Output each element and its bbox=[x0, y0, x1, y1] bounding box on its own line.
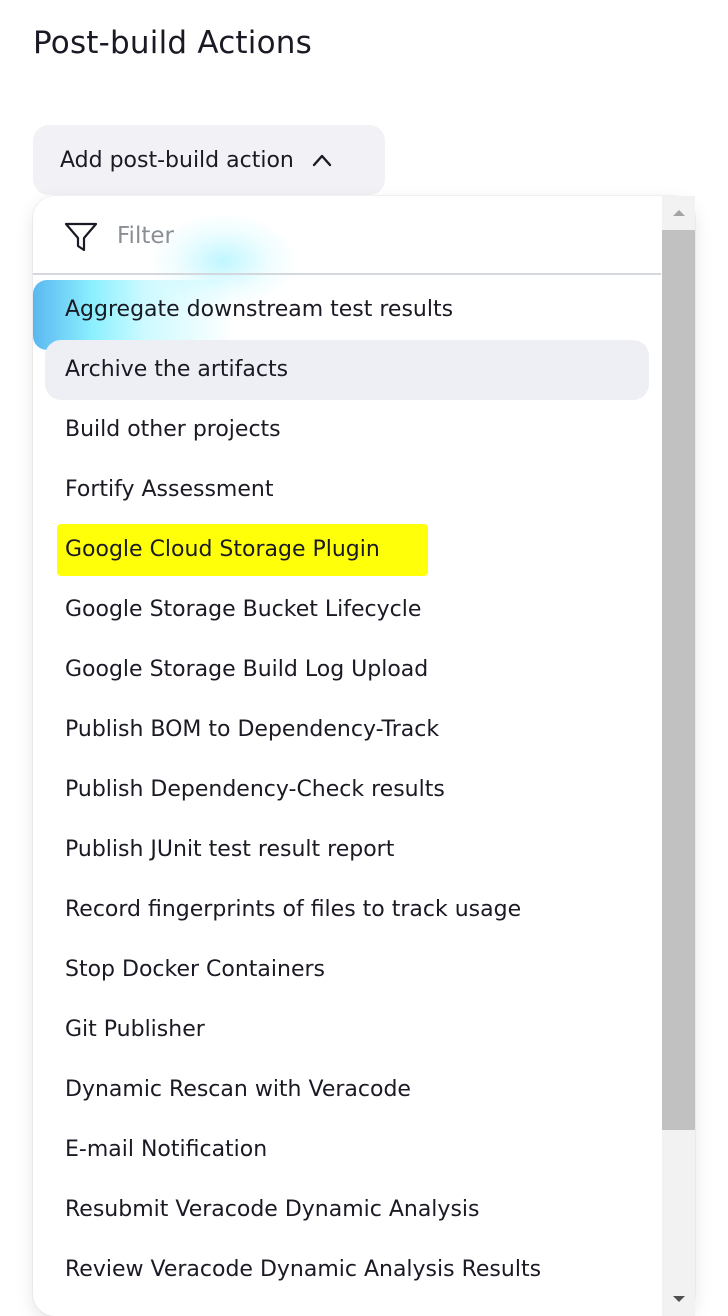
action-menu-item-label: Build other projects bbox=[65, 417, 281, 442]
action-menu-item[interactable]: Publish JUnit test result report bbox=[33, 820, 661, 880]
action-menu-item[interactable]: Dynamic Rescan with Veracode bbox=[33, 1060, 661, 1120]
action-menu-item[interactable]: Publish Dependency-Check results bbox=[33, 760, 661, 820]
action-menu-item[interactable]: Review Veracode Dynamic Analysis Results bbox=[33, 1240, 661, 1300]
action-menu-item-label: Google Storage Bucket Lifecycle bbox=[65, 597, 422, 622]
scrollbar-thumb[interactable] bbox=[662, 230, 695, 1130]
add-post-build-action-button[interactable]: Add post-build action bbox=[33, 125, 385, 195]
filter-input[interactable] bbox=[117, 214, 637, 258]
action-menu-item-label: Resubmit Veracode Dynamic Analysis bbox=[65, 1197, 480, 1222]
action-menu-item-label: Stop Docker Containers bbox=[65, 957, 326, 982]
action-menu-item[interactable]: Record fingerprints of files to track us… bbox=[33, 880, 661, 940]
action-menu-item[interactable]: Resubmit Veracode Dynamic Analysis bbox=[33, 1180, 661, 1240]
action-menu-item[interactable]: Google Storage Bucket Lifecycle bbox=[33, 580, 661, 640]
scroll-up-arrow-icon[interactable] bbox=[662, 196, 695, 230]
action-menu-item[interactable]: Google Cloud Storage Plugin bbox=[33, 520, 661, 580]
action-menu-item-label: Publish JUnit test result report bbox=[65, 837, 395, 862]
page: Post-build Actions Add post-build action… bbox=[0, 0, 728, 1316]
action-menu-item-label: Publish BOM to Dependency-Track bbox=[65, 717, 440, 742]
action-menu-item-label: Aggregate downstream test results bbox=[65, 297, 454, 322]
action-menu-item[interactable]: Archive the artifacts bbox=[33, 340, 661, 400]
action-menu-item-label: Google Storage Build Log Upload bbox=[65, 657, 429, 682]
dropdown-scrollbar[interactable] bbox=[662, 196, 695, 1316]
action-list: Aggregate downstream test results Archive… bbox=[33, 280, 661, 1300]
action-menu-item[interactable]: Publish BOM to Dependency-Track bbox=[33, 700, 661, 760]
action-menu-item[interactable]: Stop Docker Containers bbox=[33, 940, 661, 1000]
action-menu-item[interactable]: Fortify Assessment bbox=[33, 460, 661, 520]
action-menu-item[interactable]: Git Publisher bbox=[33, 1000, 661, 1060]
add-post-build-action-label: Add post-build action bbox=[60, 147, 294, 173]
action-menu-item[interactable]: Aggregate downstream test results bbox=[33, 280, 661, 350]
action-menu-item-label: Review Veracode Dynamic Analysis Results bbox=[65, 1257, 542, 1282]
action-menu-item-label: Dynamic Rescan with Veracode bbox=[65, 1077, 411, 1102]
action-menu-item-label: E-mail Notification bbox=[65, 1137, 268, 1162]
filter-funnel-icon bbox=[64, 221, 98, 253]
action-menu-item-label: Record fingerprints of files to track us… bbox=[65, 897, 522, 922]
action-menu-item-label: Fortify Assessment bbox=[65, 477, 274, 502]
action-menu-item-label: Publish Dependency-Check results bbox=[65, 777, 445, 802]
section-title: Post-build Actions bbox=[33, 25, 312, 61]
action-menu-item-label: Git Publisher bbox=[65, 1017, 205, 1042]
action-menu-item[interactable]: Google Storage Build Log Upload bbox=[33, 640, 661, 700]
action-menu-item[interactable]: Build other projects bbox=[33, 400, 661, 460]
scroll-down-arrow-icon[interactable] bbox=[662, 1282, 695, 1316]
action-menu-item-label: Google Cloud Storage Plugin bbox=[65, 537, 380, 562]
action-menu-item-label: Archive the artifacts bbox=[65, 357, 289, 382]
action-menu-item[interactable]: E-mail Notification bbox=[33, 1120, 661, 1180]
chevron-up-icon bbox=[312, 153, 332, 167]
post-build-action-dropdown: Aggregate downstream test results Archive… bbox=[33, 196, 695, 1316]
filter-row bbox=[33, 196, 661, 275]
